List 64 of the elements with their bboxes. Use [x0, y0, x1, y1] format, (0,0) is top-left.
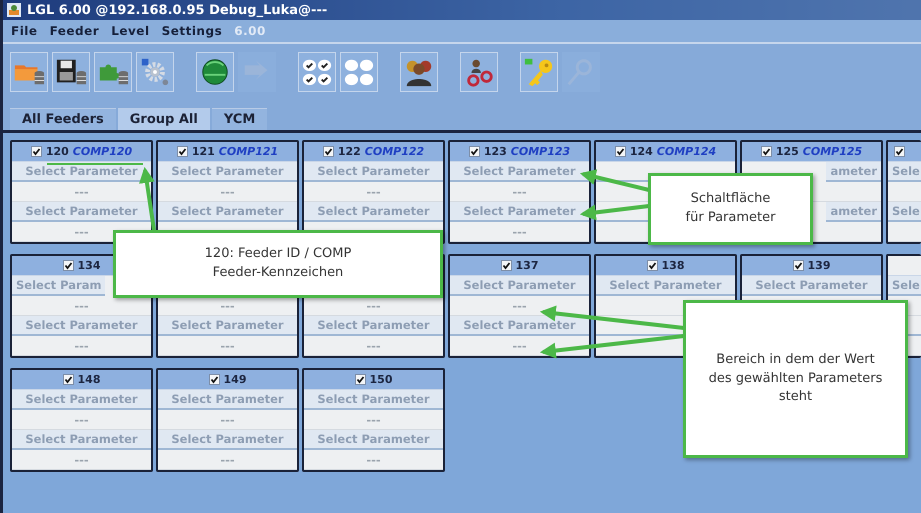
tab[interactable]: YCM	[212, 108, 268, 130]
feeder-id: 139	[808, 259, 830, 272]
feeder-comp: COMP122	[364, 145, 424, 158]
select-parameter-button[interactable]: Select Parameter	[158, 390, 297, 410]
window-title: LGL 6.00 @192.168.0.95 Debug_Luka@---	[27, 2, 328, 18]
select-parameter-button[interactable]: Select Parameter	[450, 202, 589, 222]
parameter-value: ---	[12, 336, 151, 356]
feeder-id: 134	[78, 259, 100, 272]
select-parameter-button[interactable]: ameter	[826, 162, 881, 182]
select-parameter-button[interactable]: Select Parameter	[158, 162, 297, 182]
feeder-id: 125	[776, 145, 799, 158]
select-parameter-button[interactable]: Select Parameter	[12, 202, 151, 222]
menu-item[interactable]: Settings	[156, 24, 228, 38]
callout-text: Bereich in dem der Wert des gewählten Parameters steht	[708, 350, 882, 406]
feeder-id: 149	[224, 373, 246, 386]
feeder-comp: COMP124	[656, 145, 716, 158]
feeder-id: 121	[192, 145, 215, 158]
parameter-value: ---	[450, 222, 589, 242]
select-parameter-button[interactable]: Select Parameter	[742, 276, 881, 296]
select-parameter-button[interactable]: Select Parameter	[450, 162, 589, 182]
select-parameter-button[interactable]: Select Parameter	[12, 430, 151, 450]
callout-text: Schaltfläche für Parameter	[686, 190, 776, 227]
select-parameter-button[interactable]: Select Parameter	[304, 316, 443, 336]
select-parameter-button[interactable]: Sele	[888, 162, 921, 182]
select-parameter-button[interactable]: Select Parameter	[158, 316, 297, 336]
feeder-comp: COMP125	[802, 145, 862, 158]
parameter-value: ---	[158, 450, 297, 470]
feeder-id: 124	[630, 145, 653, 158]
select-parameter-button[interactable]: ameter	[826, 202, 881, 222]
select-parameter-button[interactable]: Select Parameter	[12, 316, 151, 336]
feeder-id: 120	[46, 145, 69, 158]
select-parameter-button[interactable]: Select Parameter	[450, 276, 589, 296]
feeder-id: 150	[370, 373, 392, 386]
select-parameter-button[interactable]: Select Parameter	[304, 162, 443, 182]
feeder-id: 138	[662, 259, 684, 272]
select-parameter-button[interactable]: Select Param	[12, 276, 106, 296]
parameter-value: ---	[304, 336, 443, 356]
select-parameter-button[interactable]: Select Parameter	[304, 390, 443, 410]
callout-text: 120: Feeder ID / COMP Feeder-Kennzeichen	[204, 245, 352, 282]
parameter-value: ---	[158, 336, 297, 356]
feeder-id: 122	[338, 145, 361, 158]
feeder-id: 123	[484, 145, 507, 158]
menu-item[interactable]: Level	[105, 24, 156, 38]
select-parameter-button[interactable]: Sele	[888, 276, 921, 296]
parameter-value: ---	[304, 450, 443, 470]
parameter-value: ---	[12, 450, 151, 470]
feeder-comp: COMP123	[510, 145, 570, 158]
feeder-comp: COMP120	[72, 145, 132, 158]
select-parameter-button[interactable]: Sele	[888, 202, 921, 222]
select-parameter-button[interactable]: Select Parameter	[158, 430, 297, 450]
parameter-value: ---	[450, 336, 589, 356]
select-parameter-button[interactable]: Select Parameter	[450, 316, 589, 336]
tab[interactable]: All Feeders	[10, 108, 116, 130]
select-parameter-button[interactable]: Select Parameter	[596, 276, 735, 296]
menu-item[interactable]: Feeder	[44, 24, 106, 38]
select-parameter-button[interactable]: Select Parameter	[304, 202, 443, 222]
select-parameter-button[interactable]: Select Parameter	[158, 202, 297, 222]
menu-item[interactable]: File	[5, 24, 44, 38]
select-parameter-button[interactable]: Select Parameter	[12, 390, 151, 410]
feeder-comp: COMP121	[218, 145, 278, 158]
feeder-id: 137	[516, 259, 538, 272]
tab[interactable]: Group All	[118, 108, 210, 130]
feeder-id: 148	[78, 373, 100, 386]
select-parameter-button[interactable]: Select Parameter	[304, 430, 443, 450]
